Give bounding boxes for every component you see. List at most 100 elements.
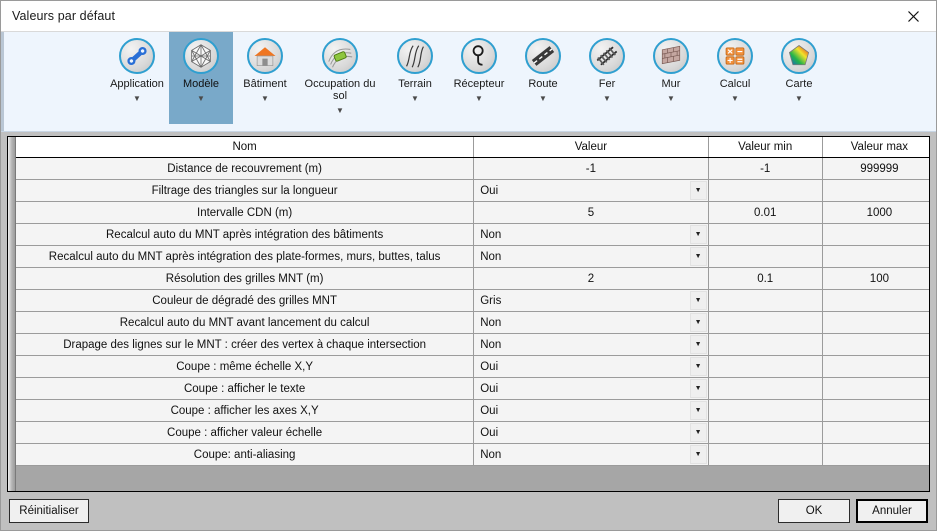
parameter-max: 1000 [822,201,929,224]
parameter-max [822,223,929,246]
ribbon-item-label: Mur [661,78,681,90]
chevron-down-icon[interactable]: ▼ [689,357,707,376]
table-row[interactable]: Filtrage des triangles sur la longueur Ou… [16,179,929,202]
chevron-down-icon[interactable]: ▼ [689,379,707,398]
parameter-min [708,333,823,356]
ok-button[interactable]: OK [778,499,850,523]
ribbon-item-label: Occupation du sol [304,78,376,102]
chevron-down-icon[interactable]: ▼ [689,313,707,332]
ribbon-item-application[interactable]: Application ▼ [105,32,169,124]
ribbon-item-label: Terrain [398,78,432,90]
chevron-down-icon[interactable]: ▼ [689,423,707,442]
chevron-down-icon[interactable]: ▼ [411,95,419,103]
terrain-icon [397,38,433,74]
parameter-max [822,245,929,268]
cancel-button[interactable]: Annuler [856,499,928,523]
parameter-value-cell[interactable]: Oui ▼ [473,179,709,202]
chevron-down-icon[interactable]: ▼ [689,291,707,310]
parameter-name: Recalcul auto du MNT avant lancement du … [16,311,475,334]
table-row[interactable]: Recalcul auto du MNT avant lancement du … [16,311,929,334]
parameter-value-text: Oui [480,360,499,373]
chevron-down-icon[interactable]: ▼ [689,247,707,266]
parameter-name: Drapage des lignes sur le MNT : créer de… [16,333,475,356]
ribbon-item-mod-le[interactable]: Modèle ▼ [169,32,233,124]
land-use-icon [322,38,358,74]
parameter-value-cell[interactable]: Oui ▼ [473,377,709,400]
chevron-down-icon[interactable]: ▼ [336,107,344,115]
table-row[interactable]: Couleur de dégradé des grilles MNT Gris ▼ [16,289,929,312]
table-row[interactable]: Résolution des grilles MNT (m) 2 0.1 100 [16,267,929,290]
parameter-value-cell[interactable]: 2 [473,267,709,290]
table-row[interactable]: Recalcul auto du MNT après intégration d… [16,223,929,246]
chevron-down-icon[interactable]: ▼ [539,95,547,103]
table-row[interactable]: Coupe : afficher le texte Oui ▼ [16,377,929,400]
chevron-down-icon[interactable]: ▼ [689,225,707,244]
parameter-value-text: Gris [480,294,502,307]
parameter-value-text: Non [480,316,502,329]
table-row[interactable]: Distance de recouvrement (m) -1 -1 999999 [16,157,929,180]
ribbon-item-terrain[interactable]: Terrain ▼ [383,32,447,124]
calculator-icon [717,38,753,74]
table-row[interactable]: Intervalle CDN (m) 5 0.01 1000 [16,201,929,224]
ribbon-item-mur[interactable]: Mur ▼ [639,32,703,124]
chevron-down-icon[interactable]: ▼ [689,401,707,420]
parameter-value-cell[interactable]: Non ▼ [473,311,709,334]
wrench-icon [119,38,155,74]
table-row[interactable]: Coupe: anti-aliasing Non ▼ [16,443,929,466]
parameter-max: 100 [822,267,929,290]
parameter-value-cell[interactable]: Oui ▼ [473,399,709,422]
parameter-min [708,355,823,378]
ribbon-item-b-timent[interactable]: Bâtiment ▼ [233,32,297,124]
parameter-value-cell[interactable]: Non ▼ [473,443,709,466]
parameter-name: Recalcul auto du MNT après intégration d… [16,245,475,268]
table-row[interactable]: Drapage des lignes sur le MNT : créer de… [16,333,929,356]
parameter-value-text: 2 [587,272,595,285]
parameter-value-cell[interactable]: Oui ▼ [473,421,709,444]
ribbon-item-fer[interactable]: Fer ▼ [575,32,639,124]
chevron-down-icon[interactable]: ▼ [475,95,483,103]
parameter-value-cell[interactable]: Gris ▼ [473,289,709,312]
ribbon-item-calcul[interactable]: Calcul ▼ [703,32,767,124]
parameter-name: Couleur de dégradé des grilles MNT [16,289,475,312]
chevron-down-icon[interactable]: ▼ [603,95,611,103]
column-header-valeur-max: Valeur max [822,137,929,158]
ribbon-item-r-cepteur[interactable]: Récepteur ▼ [447,32,511,124]
parameter-name: Coupe : afficher le texte [16,377,475,400]
chevron-down-icon[interactable]: ▼ [689,335,707,354]
table-row[interactable]: Coupe : afficher valeur échelle Oui ▼ [16,421,929,444]
reset-button[interactable]: Réinitialiser [9,499,89,523]
parameter-value-text: 5 [587,206,595,219]
ribbon-item-carte[interactable]: Carte ▼ [767,32,831,124]
parameter-value-cell[interactable]: Non ▼ [473,245,709,268]
ribbon-item-occupation-du-sol[interactable]: Occupation du sol ▼ [297,32,383,124]
chevron-down-icon[interactable]: ▼ [731,95,739,103]
chevron-down-icon[interactable]: ▼ [689,445,707,464]
chevron-down-icon[interactable]: ▼ [197,95,205,103]
parameter-value-cell[interactable]: -1 [473,157,709,180]
table-row[interactable]: Coupe : afficher les axes X,Y Oui ▼ [16,399,929,422]
chevron-down-icon[interactable]: ▼ [667,95,675,103]
parameter-name: Coupe: anti-aliasing [16,443,475,466]
chevron-down-icon[interactable]: ▼ [795,95,803,103]
parameter-value-cell[interactable]: Non ▼ [473,333,709,356]
chevron-down-icon[interactable]: ▼ [261,95,269,103]
ribbon-item-route[interactable]: Route ▼ [511,32,575,124]
parameter-max [822,333,929,356]
parameter-value-cell[interactable]: Oui ▼ [473,355,709,378]
table-row[interactable]: Recalcul auto du MNT après intégration d… [16,245,929,268]
parameter-max [822,311,929,334]
building-icon [247,38,283,74]
rail-icon [589,38,625,74]
vertical-scrollbar[interactable] [8,137,16,491]
parameters-table: Nom Valeur Valeur min Valeur max Distanc… [16,137,929,466]
parameter-value-cell[interactable]: 5 [473,201,709,224]
chevron-down-icon[interactable]: ▼ [689,181,707,200]
parameter-name: Coupe : même échelle X,Y [16,355,475,378]
close-icon[interactable] [890,1,936,31]
parameter-min [708,179,823,202]
chevron-down-icon[interactable]: ▼ [133,95,141,103]
parameter-value-cell[interactable]: Non ▼ [473,223,709,246]
table-row[interactable]: Coupe : même échelle X,Y Oui ▼ [16,355,929,378]
parameter-name: Filtrage des triangles sur la longueur [16,179,475,202]
parameter-value-text: Oui [480,184,499,197]
